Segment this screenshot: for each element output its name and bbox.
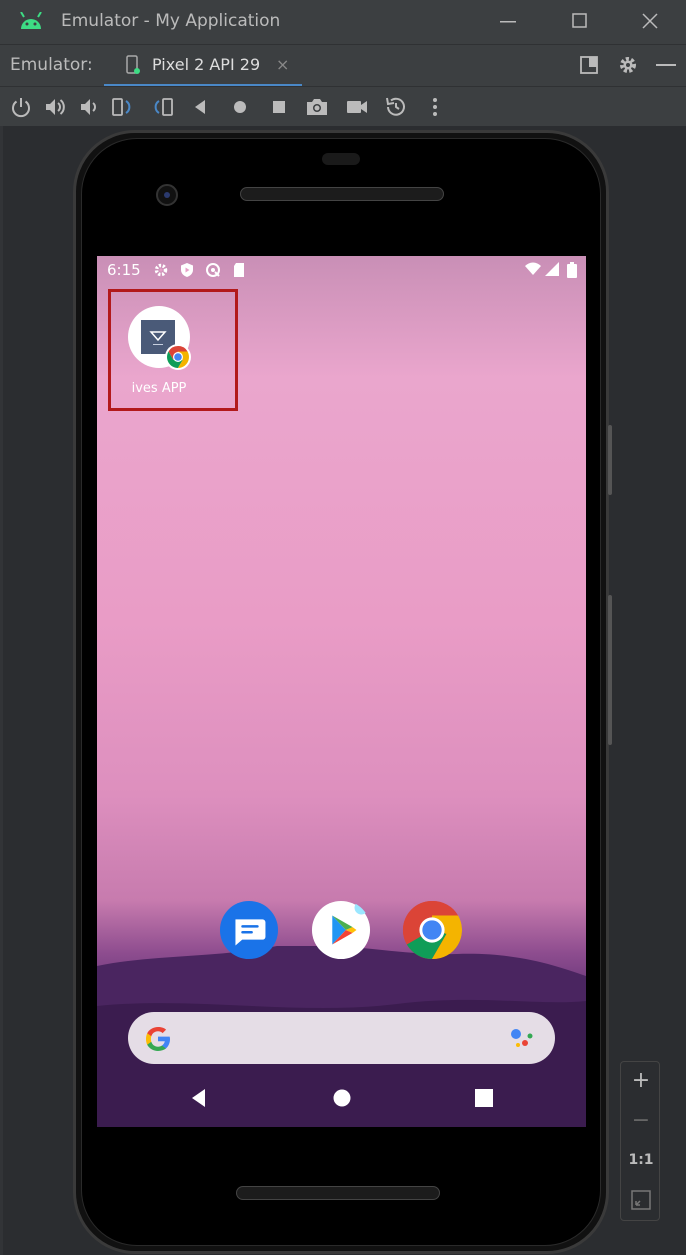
camera-icon[interactable]	[305, 95, 329, 119]
status-vpn-icon	[206, 263, 220, 277]
top-speaker	[240, 187, 444, 201]
status-wifi-icon	[525, 262, 541, 275]
android-home-icon[interactable]	[332, 1088, 352, 1108]
app-highlight-box	[108, 289, 238, 411]
zoom-out-button[interactable]: −	[621, 1108, 661, 1133]
status-battery-icon	[567, 262, 577, 278]
proximity-sensor	[322, 153, 360, 165]
video-icon[interactable]	[345, 95, 369, 119]
chrome-app-icon[interactable]	[402, 900, 462, 960]
front-camera	[156, 184, 178, 206]
google-g-icon	[146, 1027, 170, 1051]
zoom-controls: + − 1:1	[620, 1061, 660, 1221]
window-title: Emulator - My Application	[61, 11, 281, 31]
android-logo-icon	[20, 12, 42, 29]
window-titlebar: Emulator - My Application	[0, 0, 686, 44]
close-icon[interactable]	[642, 13, 658, 29]
google-search-bar[interactable]	[128, 1012, 555, 1064]
tab-label: Pixel 2 API 29	[152, 55, 261, 74]
more-icon[interactable]	[423, 95, 447, 119]
volume-down-icon[interactable]	[78, 95, 102, 119]
hide-panel-icon[interactable]	[656, 64, 676, 68]
tab-close-icon[interactable]: ×	[276, 55, 289, 74]
status-shield-icon	[181, 263, 193, 277]
volume-up-icon[interactable]	[43, 95, 67, 119]
emulator-tabbar: Emulator: Pixel 2 API 29 ×	[0, 44, 686, 87]
fit-screen-icon[interactable]	[631, 1190, 651, 1210]
status-settings-icon	[154, 263, 168, 277]
emulator-label: Emulator:	[10, 55, 93, 75]
power-icon[interactable]	[9, 95, 33, 119]
device-icon	[126, 55, 140, 74]
left-strip	[0, 126, 3, 1255]
settings-gear-icon[interactable]	[617, 54, 639, 76]
messages-app-icon[interactable]	[219, 900, 279, 960]
android-overview-icon[interactable]	[474, 1088, 494, 1108]
play-store-app-icon[interactable]	[311, 900, 371, 960]
zoom-in-button[interactable]: +	[621, 1068, 661, 1093]
tab-pixel-2-api-29[interactable]: Pixel 2 API 29 ×	[104, 45, 302, 87]
status-sdcard-icon	[234, 263, 244, 277]
status-time: 6:15	[107, 261, 141, 279]
minimize-icon[interactable]	[500, 20, 516, 24]
status-bar: 6:15	[97, 256, 586, 284]
home-icon[interactable]	[228, 95, 252, 119]
rotate-right-icon[interactable]	[150, 95, 174, 119]
volume-side-button[interactable]	[608, 595, 612, 745]
snapshot-icon[interactable]	[384, 95, 408, 119]
google-assistant-icon[interactable]	[508, 1026, 536, 1050]
maximize-icon[interactable]	[572, 13, 588, 29]
status-signal-icon	[545, 262, 559, 276]
bottom-speaker	[236, 1186, 440, 1200]
back-icon[interactable]	[189, 95, 213, 119]
window-layout-icon[interactable]	[579, 55, 599, 75]
emulator-toolbar	[0, 86, 686, 126]
android-back-icon[interactable]	[189, 1088, 209, 1108]
power-side-button[interactable]	[608, 425, 612, 495]
overview-icon[interactable]	[267, 95, 291, 119]
rotate-left-icon[interactable]	[111, 95, 135, 119]
zoom-actual-size-button[interactable]: 1:1	[621, 1152, 661, 1168]
